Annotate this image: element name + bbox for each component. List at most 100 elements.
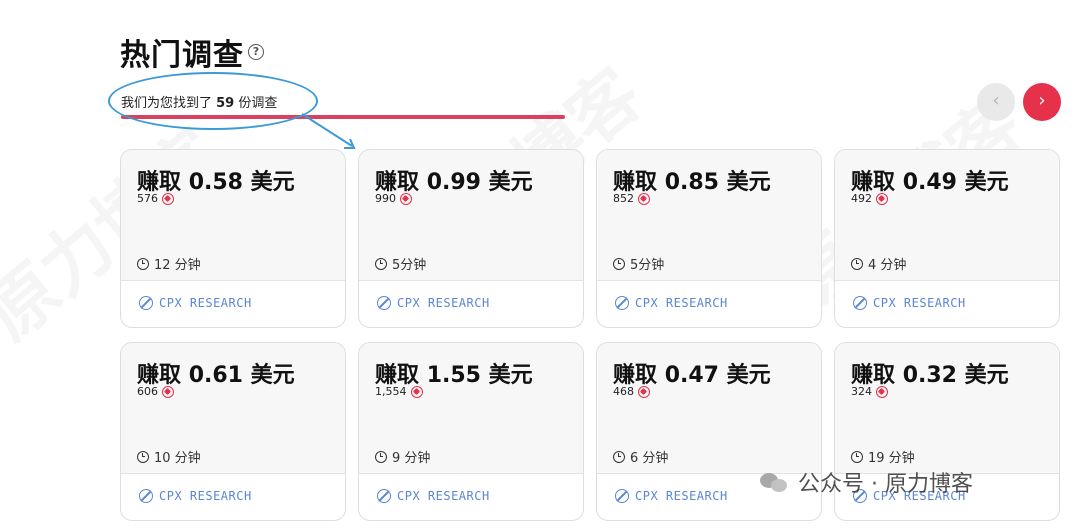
survey-duration: 5分钟: [613, 254, 664, 273]
rating-count-value: 324: [851, 385, 872, 398]
reward-currency: 美元: [726, 170, 771, 195]
reward-value: 0.49: [902, 170, 957, 195]
reward-currency: 美元: [488, 363, 533, 388]
survey-card-body: 赚取 0.49 美元 492 4 分钟: [835, 150, 1059, 281]
page-title: 热门调查: [120, 38, 244, 73]
annotation-ellipse: [108, 72, 318, 130]
provider-label: CPX RESEARCH: [139, 296, 252, 310]
duration-value: 4 分钟: [868, 258, 907, 273]
survey-card[interactable]: 赚取 1.55 美元 1,554 9 分钟 CPX RESEARCH: [358, 342, 584, 521]
survey-card-body: 赚取 0.85 美元 852 5分钟: [597, 150, 821, 281]
provider-logo-icon: [139, 489, 153, 503]
duration-value: 5分钟: [392, 258, 427, 273]
survey-card[interactable]: 赚取 0.49 美元 492 4 分钟 CPX RESEARCH: [834, 149, 1060, 328]
rating-count-value: 492: [851, 192, 872, 205]
reward-currency: 美元: [250, 363, 295, 388]
survey-card-body: 赚取 1.55 美元 1,554 9 分钟: [359, 343, 583, 474]
reward-currency: 美元: [964, 170, 1009, 195]
rating-badge-icon: [162, 192, 174, 205]
provider-logo-icon: [615, 489, 629, 503]
duration-value: 10 分钟: [154, 451, 201, 466]
carousel-prev-button[interactable]: ‹: [977, 83, 1015, 121]
clock-icon: [137, 450, 149, 463]
rating-count-value: 1,554: [375, 385, 407, 398]
provider-name: CPX RESEARCH: [635, 296, 728, 310]
provider-logo-icon: [853, 296, 867, 310]
clock-icon: [375, 257, 387, 270]
provider-name: CPX RESEARCH: [159, 489, 252, 503]
clock-icon: [375, 450, 387, 463]
rating-badge-icon: [400, 192, 412, 205]
survey-duration: 5分钟: [375, 254, 426, 273]
survey-duration: 19 分钟: [851, 447, 915, 466]
reward-currency: 美元: [488, 170, 533, 195]
survey-card[interactable]: 赚取 0.85 美元 852 5分钟 CPX RESEARCH: [596, 149, 822, 328]
rating-count: 606: [137, 385, 174, 398]
help-icon[interactable]: ?: [248, 44, 264, 60]
reward-currency: 美元: [250, 170, 295, 195]
reward-value: 0.47: [664, 363, 719, 388]
rating-count: 492: [851, 192, 888, 205]
provider-label: CPX RESEARCH: [853, 296, 966, 310]
duration-value: 6 分钟: [630, 451, 669, 466]
rating-count: 324: [851, 385, 888, 398]
provider-label: CPX RESEARCH: [615, 489, 728, 503]
rating-badge-icon: [638, 385, 650, 398]
provider-name: CPX RESEARCH: [159, 296, 252, 310]
provider-name: CPX RESEARCH: [635, 489, 728, 503]
provider-label: CPX RESEARCH: [139, 489, 252, 503]
provider-logo-icon: [377, 489, 391, 503]
reward-value: 1.55: [426, 363, 481, 388]
provider-name: CPX RESEARCH: [873, 296, 966, 310]
rating-count: 990: [375, 192, 412, 205]
survey-card-body: 赚取 0.61 美元 606 10 分钟: [121, 343, 345, 474]
survey-card-body: 赚取 0.32 美元 324 19 分钟: [835, 343, 1059, 474]
provider-logo-icon: [377, 296, 391, 310]
rating-count-value: 468: [613, 385, 634, 398]
survey-duration: 4 分钟: [851, 254, 906, 273]
survey-card[interactable]: 赚取 0.61 美元 606 10 分钟 CPX RESEARCH: [120, 342, 346, 521]
rating-count-value: 606: [137, 385, 158, 398]
rating-count: 852: [613, 192, 650, 205]
annotation-arrow: [301, 113, 356, 149]
survey-duration: 6 分钟: [613, 447, 668, 466]
provider-name: CPX RESEARCH: [397, 489, 490, 503]
rating-count-value: 576: [137, 192, 158, 205]
provider-label: CPX RESEARCH: [377, 489, 490, 503]
rating-count: 576: [137, 192, 174, 205]
rating-count-value: 852: [613, 192, 634, 205]
survey-card[interactable]: 赚取 0.99 美元 990 5分钟 CPX RESEARCH: [358, 149, 584, 328]
survey-duration: 12 分钟: [137, 254, 201, 273]
survey-card[interactable]: 赚取 0.58 美元 576 12 分钟 CPX RESEARCH: [120, 149, 346, 328]
duration-value: 9 分钟: [392, 451, 431, 466]
reward-value: 0.61: [188, 363, 243, 388]
survey-duration: 9 分钟: [375, 447, 430, 466]
clock-icon: [613, 257, 625, 270]
rating-badge-icon: [410, 385, 423, 398]
clock-icon: [613, 450, 625, 463]
duration-value: 5分钟: [630, 258, 665, 273]
clock-icon: [851, 450, 863, 463]
provider-logo-icon: [615, 296, 629, 310]
carousel-next-button[interactable]: ›: [1023, 83, 1061, 121]
rating-count-value: 990: [375, 192, 396, 205]
duration-value: 19 分钟: [868, 451, 915, 466]
reward-value: 0.58: [188, 170, 243, 195]
rating-badge-icon: [162, 385, 174, 398]
wechat-icon: [760, 471, 788, 493]
reward-value: 0.99: [426, 170, 481, 195]
footer-watermark: 公众号 · 原力博客: [760, 466, 973, 498]
reward-currency: 美元: [964, 363, 1009, 388]
duration-value: 12 分钟: [154, 258, 201, 273]
clock-icon: [851, 257, 863, 270]
rating-badge-icon: [876, 385, 888, 398]
reward-currency: 美元: [726, 363, 771, 388]
rating-count: 468: [613, 385, 650, 398]
survey-card-body: 赚取 0.58 美元 576 12 分钟: [121, 150, 345, 281]
provider-logo-icon: [139, 296, 153, 310]
survey-duration: 10 分钟: [137, 447, 201, 466]
provider-label: CPX RESEARCH: [615, 296, 728, 310]
rating-badge-icon: [876, 192, 888, 205]
rating-count: 1,554: [375, 385, 423, 398]
rating-badge-icon: [638, 192, 650, 205]
